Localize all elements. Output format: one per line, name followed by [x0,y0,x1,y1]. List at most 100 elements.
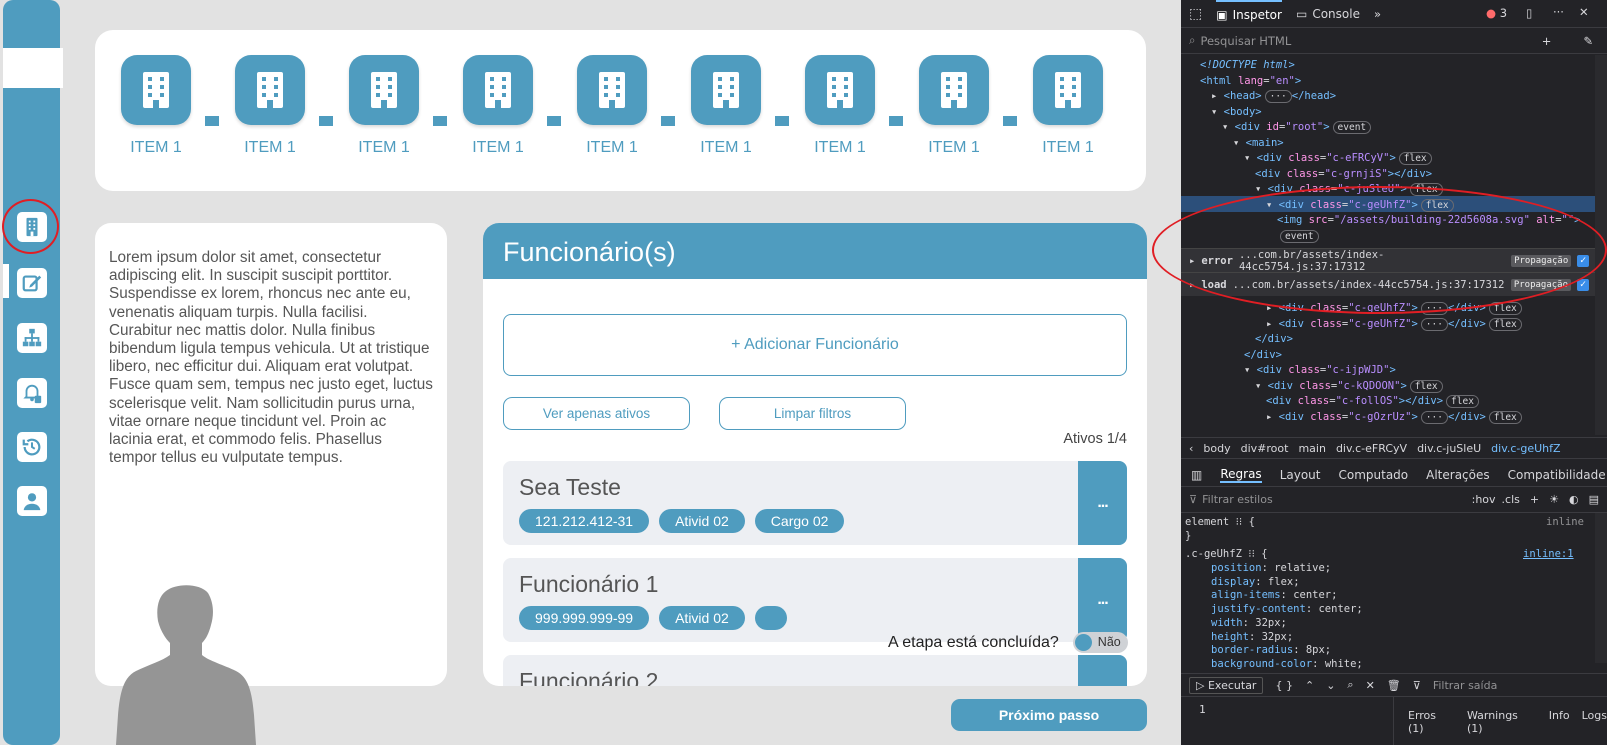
error-count-badge[interactable]: ● 3 [1486,6,1507,20]
step-5[interactable]: ITEM 1 [576,55,648,157]
step-4[interactable]: ITEM 1 [462,55,534,157]
breadcrumb-item[interactable]: main [1298,442,1325,455]
css-declaration[interactable]: position: relative; [1211,561,1331,575]
hov-toggle[interactable]: :hov [1472,493,1496,506]
print-icon[interactable]: ▤ [1589,493,1599,506]
light-theme-icon[interactable]: ☀ [1549,493,1559,506]
errors-filter[interactable]: Erros (1) [1408,709,1455,745]
tab-console[interactable]: ▭ Console [1296,0,1360,28]
rules-tab[interactable]: Layout [1280,468,1321,482]
more-tabs-icon[interactable]: » [1374,7,1381,21]
styles-filter-input[interactable]: Filtrar estilos [1202,493,1273,506]
add-rule-icon[interactable]: + [1530,493,1539,506]
trash-icon[interactable]: 🗑 [1387,679,1401,692]
css-declaration[interactable]: display: flex; [1211,575,1300,589]
css-declaration[interactable]: align-items: center; [1211,588,1337,602]
css-declaration[interactable]: justify-content: center; [1211,602,1363,616]
rules-tab[interactable]: Compatibilidade [1508,468,1606,482]
info-filter[interactable]: Info [1549,709,1570,745]
more-options-button[interactable]: ... [1078,655,1127,686]
dom-tree-node[interactable]: ▸ <head> ··· </head> [1211,88,1336,104]
rules-tab[interactable]: Computado [1338,468,1408,482]
dock-icon[interactable]: ▯ [1526,6,1532,20]
breadcrumb-item[interactable]: body [1203,442,1230,455]
building-icon[interactable] [919,55,989,125]
html-search-input[interactable]: Pesquisar HTML [1200,34,1291,48]
rules-tab[interactable]: Regras [1220,467,1262,483]
dom-tree-node[interactable]: <div class="c-follOS"></div> flex [1266,393,1479,409]
add-employee-button[interactable]: + Adicionar Funcionário [503,314,1127,376]
employee-row[interactable]: Funcionário 2... [503,655,1127,686]
cls-toggle[interactable]: .cls [1502,493,1520,506]
dom-tree-node[interactable]: ▾ <body> [1211,104,1262,120]
layout-toggle-icon[interactable]: ▥ [1191,468,1202,482]
step-6[interactable]: ITEM 1 [690,55,762,157]
logs-filter[interactable]: Logs [1582,709,1607,745]
zoom-icon[interactable]: ⌕ [1347,678,1353,692]
close-icon[interactable]: ✕ [1366,679,1375,692]
org-chart-icon[interactable] [17,323,47,353]
next-step-button[interactable]: Próximo passo [951,699,1147,731]
bell-document-icon[interactable] [17,378,47,408]
css-declaration[interactable]: width: 32px; [1211,616,1287,630]
building-icon[interactable] [349,55,419,125]
dom-tree-node[interactable]: ▾ <main> [1233,135,1284,151]
overflow-menu-icon[interactable]: ··· [1553,5,1564,19]
dom-tree-node[interactable]: ▾ <div class="c-ijpWJD"> [1244,362,1396,378]
rules-tab[interactable]: Alterações [1426,468,1490,482]
up-arrow-icon[interactable]: ⌃ [1305,679,1314,692]
step-9[interactable]: ITEM 1 [1032,55,1104,157]
dom-tree-node[interactable]: </div> [1255,331,1293,347]
history-icon[interactable] [17,432,47,462]
step-2[interactable]: ITEM 1 [234,55,306,157]
element-picker-icon[interactable]: ⬚ [1189,6,1202,22]
clear-filters-button[interactable]: Limpar filtros [719,397,906,430]
down-arrow-icon[interactable]: ⌄ [1326,679,1335,692]
dom-tree-node[interactable]: ▾ <div class="c-kQDOON"> flex [1255,378,1443,394]
dom-tree-node[interactable]: ▾ <div class="c-eFRCyV"> flex [1244,150,1432,166]
building-icon[interactable] [805,55,875,125]
tab-inspector[interactable]: ▣ Inspetor [1216,0,1282,28]
dom-tree-node[interactable]: <html lang="en"> [1200,73,1301,89]
rules-scrollbar[interactable] [1595,513,1607,663]
console-filter-input[interactable]: Filtrar saída [1433,679,1498,692]
css-declaration[interactable]: border-radius: 8px; [1211,643,1331,657]
step-8[interactable]: ITEM 1 [918,55,990,157]
employee-row[interactable]: Sea Teste 121.212.412-31 Ativid 02 Cargo 02… [503,461,1127,545]
breadcrumb-item[interactable]: div.c-eFRCyV [1336,442,1407,455]
breadcrumb-item[interactable]: div.c-juSleU [1417,442,1481,455]
dom-tree-node[interactable]: ▸ <div class="c-gOzrUz"> ··· </div> flex [1266,409,1522,425]
styles-filter-bar[interactable]: ⊽ Filtrar estilos :hov .cls + ☀ ◐ ▤ [1181,487,1607,513]
building-icon[interactable] [577,55,647,125]
dom-tree-node[interactable]: <div class="c-grnjiS"></div> [1255,166,1432,182]
warnings-filter[interactable]: Warnings (1) [1467,709,1537,745]
crumb-prev-icon[interactable]: ‹ [1189,442,1193,455]
employee-row[interactable]: Funcionário 1 999.999.999-99 Ativid 02... [503,558,1127,642]
user-icon[interactable] [17,486,47,516]
completion-toggle[interactable]: Não [1072,632,1128,653]
more-options-button[interactable]: ... [1078,558,1127,642]
building-icon[interactable] [1033,55,1103,125]
step-1[interactable]: ITEM 1 [120,55,192,157]
rule-origin-link[interactable]: inline:1 [1523,547,1574,561]
breadcrumb-item[interactable]: div.c-geUhfZ [1491,442,1560,455]
braces-icon[interactable]: { } [1275,679,1293,692]
run-button[interactable]: ▷ Executar [1189,676,1264,694]
css-declaration[interactable]: height: 32px; [1211,630,1293,644]
html-search-bar[interactable]: ⌕ Pesquisar HTML + ✎ [1181,28,1607,54]
building-icon[interactable] [463,55,533,125]
dom-tree-node[interactable]: <!DOCTYPE html> [1200,57,1295,73]
contrast-icon[interactable]: ◐ [1569,493,1579,506]
step-3[interactable]: ITEM 1 [348,55,420,157]
building-icon[interactable] [121,55,191,125]
eyedropper-icon[interactable]: ✎ [1583,34,1593,48]
close-icon[interactable]: ✕ [1579,5,1589,19]
add-node-icon[interactable]: + [1542,34,1552,48]
filter-active-button[interactable]: Ver apenas ativos [503,397,690,430]
building-icon[interactable] [235,55,305,125]
edit-icon[interactable] [17,268,47,298]
step-7[interactable]: ITEM 1 [804,55,876,157]
dom-tree-node[interactable]: </div> [1244,347,1282,363]
dom-tree-node[interactable]: ▸ <div class="c-geUhfZ"> ··· </div> flex [1266,316,1522,332]
css-declaration[interactable]: background-color: white; [1211,657,1363,671]
